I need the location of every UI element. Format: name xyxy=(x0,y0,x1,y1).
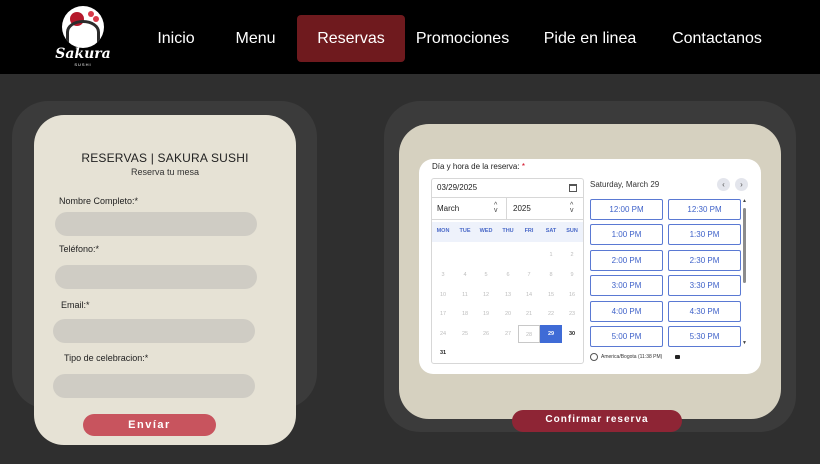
timezone-text[interactable]: America/Bogota (11:38 PM) xyxy=(601,354,662,360)
logo-blossom-icon xyxy=(93,16,99,22)
weekday-label: SAT xyxy=(545,228,557,234)
calendar-day: 6 xyxy=(506,272,510,278)
calendar-day: 23 xyxy=(568,311,576,317)
nav-inicio[interactable]: Inicio xyxy=(147,15,205,62)
scroll-down-icon[interactable]: ▼ xyxy=(742,340,747,346)
confirm-reservation-button[interactable]: Confirmar reserva xyxy=(512,410,682,432)
calendar-day: 2 xyxy=(570,252,574,258)
year-spinner-icon[interactable]: ^ v xyxy=(570,202,574,214)
calendar-day[interactable]: 30 xyxy=(561,325,583,343)
time-slot-button[interactable]: 4:30 PM xyxy=(668,301,741,322)
weekday-label: WED xyxy=(479,228,493,234)
nav-menu[interactable]: Menu xyxy=(228,15,283,62)
weekday-label: SUN xyxy=(566,228,578,234)
email-input[interactable] xyxy=(53,319,255,343)
nav-promociones[interactable]: Promociones xyxy=(414,15,511,62)
calendar-day: 26 xyxy=(482,331,490,337)
next-day-button[interactable]: › xyxy=(735,178,748,191)
calendar-day[interactable]: 31 xyxy=(432,344,454,362)
logo-wave-icon xyxy=(66,20,100,44)
form-title: RESERVAS | SAKURA SUSHI xyxy=(81,151,249,165)
calendar-day: 9 xyxy=(570,272,574,278)
logo-subtext: SUSHI xyxy=(74,62,92,67)
nav-pide-en-linea[interactable]: Pide en linea xyxy=(540,15,640,62)
calendar-day: 8 xyxy=(549,272,553,278)
time-slot-button[interactable]: 5:30 PM xyxy=(668,326,741,347)
calendar-day: 22 xyxy=(547,311,555,317)
calendar-day: 4 xyxy=(463,272,467,278)
time-slot-button[interactable]: 2:00 PM xyxy=(590,250,663,271)
calendar-icon[interactable] xyxy=(569,184,577,192)
phone-label: Teléfono:* xyxy=(59,244,100,254)
chevron-left-icon: ‹ xyxy=(722,180,725,189)
celebration-input[interactable] xyxy=(53,374,255,398)
calendar-day: 16 xyxy=(568,292,576,298)
calendar-day: 28 xyxy=(518,325,540,343)
required-mark: * xyxy=(521,162,525,171)
calendar-day: 11 xyxy=(462,292,468,298)
time-slot-button[interactable]: 1:00 PM xyxy=(590,224,663,245)
booking-label: Día y hora de la reserva: * xyxy=(432,162,525,171)
time-slot-button[interactable]: 3:00 PM xyxy=(590,275,663,296)
weekday-label: THU xyxy=(502,228,514,234)
weekday-label: TUE xyxy=(459,228,471,234)
calendar-day: 13 xyxy=(504,292,512,298)
calendar-day: 19 xyxy=(482,311,490,317)
email-label: Email:* xyxy=(61,300,90,310)
time-slot-button[interactable]: 12:00 PM xyxy=(590,199,663,220)
month-value: March xyxy=(437,204,460,213)
form-subtitle: Reserva tu mesa xyxy=(130,167,200,177)
calendar-day: 20 xyxy=(504,311,512,317)
weekday-label: MON xyxy=(436,228,450,234)
name-label: Nombre Completo:* xyxy=(59,196,139,206)
nav-contactanos[interactable]: Contactanos xyxy=(665,15,769,62)
time-slot-button[interactable]: 5:00 PM xyxy=(590,326,663,347)
nav-reservas[interactable]: Reservas xyxy=(297,15,405,62)
time-slot-button[interactable]: 12:30 PM xyxy=(668,199,741,220)
slots-scrollbar[interactable] xyxy=(743,208,746,283)
calendar-day: 21 xyxy=(525,311,533,317)
time-slot-button[interactable]: 3:30 PM xyxy=(668,275,741,296)
logo-emblem xyxy=(62,6,104,48)
prev-day-button[interactable]: ‹ xyxy=(717,178,730,191)
calendar-day: 5 xyxy=(484,272,488,278)
calendar-day: 7 xyxy=(527,272,531,278)
calendar-day[interactable]: 29 xyxy=(540,325,562,343)
time-slot-button[interactable]: 4:00 PM xyxy=(590,301,663,322)
chevron-right-icon: › xyxy=(740,180,743,189)
calendar-day: 27 xyxy=(504,331,512,337)
weekday-label: FRI xyxy=(524,228,534,234)
date-value: 03/29/2025 xyxy=(437,183,478,192)
scroll-up-icon[interactable]: ▲ xyxy=(742,198,747,204)
phone-input[interactable] xyxy=(55,265,257,289)
calendar-day: 10 xyxy=(439,292,447,298)
calendar-day: 15 xyxy=(547,292,555,298)
calendar-day: 1 xyxy=(549,252,553,258)
month-spinner-icon[interactable]: ^ v xyxy=(494,202,498,214)
name-input[interactable] xyxy=(55,212,257,236)
calendar-day: 12 xyxy=(482,292,490,298)
top-nav: Sakura SUSHI Inicio Menu Reservas Promoc… xyxy=(0,0,820,74)
submit-button[interactable]: Envíar xyxy=(83,414,216,436)
clock-icon xyxy=(590,353,598,361)
calendar-day: 18 xyxy=(461,311,469,317)
calendar-day: 14 xyxy=(525,292,533,298)
booking-label-text: Día y hora de la reserva: xyxy=(432,162,520,171)
logo-text: Sakura xyxy=(55,46,111,62)
calendar-day: 24 xyxy=(439,331,447,337)
year-value: 2025 xyxy=(513,204,531,213)
calendar-day: 17 xyxy=(439,311,447,317)
calendar-day: 25 xyxy=(461,331,469,337)
celebration-label: Tipo de celebracion:* xyxy=(64,353,149,363)
time-slot-button[interactable]: 2:30 PM xyxy=(668,250,741,271)
sakura-logo[interactable]: Sakura SUSHI xyxy=(55,6,111,68)
slot-date-heading: Saturday, March 29 xyxy=(590,180,660,189)
calendar-day: 3 xyxy=(441,272,445,278)
lock-icon xyxy=(675,355,680,359)
time-slot-button[interactable]: 1:30 PM xyxy=(668,224,741,245)
